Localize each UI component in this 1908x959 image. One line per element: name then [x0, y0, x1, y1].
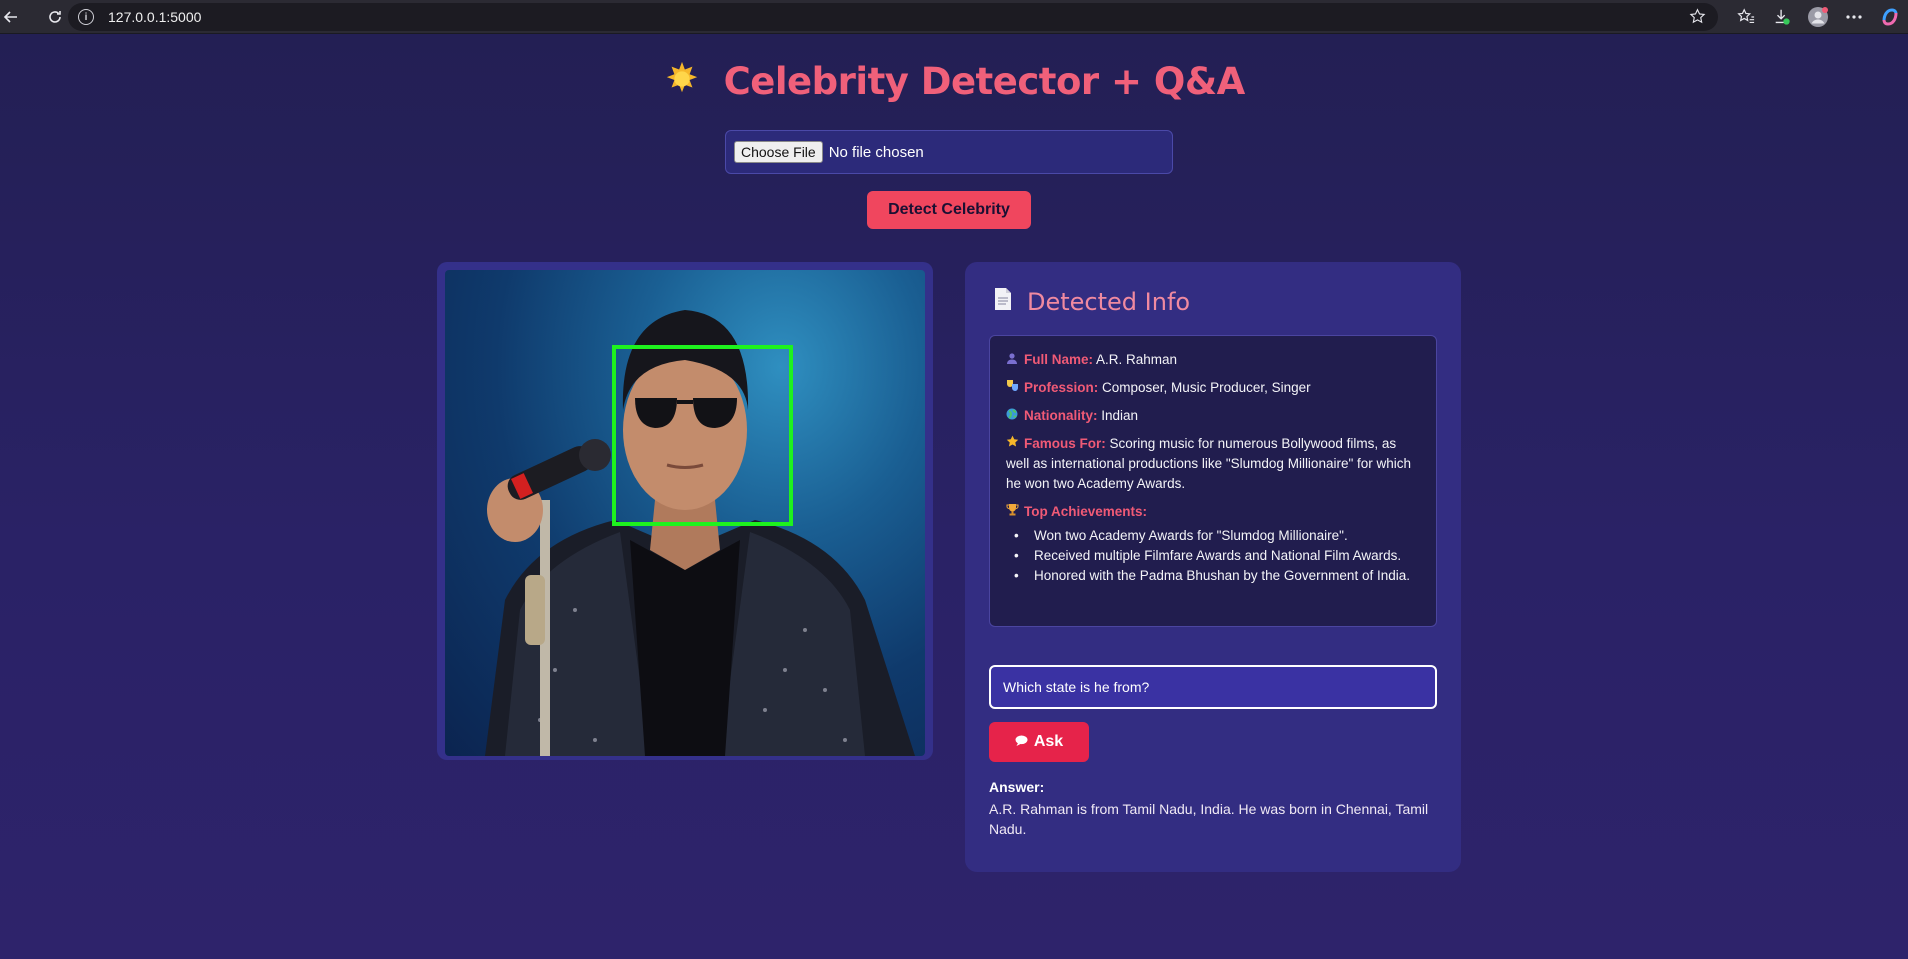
image-panel	[437, 262, 933, 760]
profession-row: Profession: Composer, Music Producer, Si…	[1006, 378, 1420, 398]
celebrity-photo	[445, 270, 925, 756]
detected-info-title: Detected Info	[1027, 288, 1191, 316]
favorites-icon[interactable]	[1728, 0, 1764, 34]
famous-for-label: Famous For:	[1024, 436, 1106, 451]
nationality-value: Indian	[1101, 408, 1139, 423]
answer-label: Answer:	[989, 779, 1045, 795]
nationality-label: Nationality:	[1024, 408, 1098, 423]
document-icon	[993, 287, 1013, 317]
sun-star-icon	[663, 60, 701, 107]
person-icon	[1006, 350, 1020, 370]
list-item: Won two Academy Awards for "Slumdog Mill…	[1014, 526, 1420, 546]
page-title: Celebrity Detector + Q&A	[0, 60, 1908, 107]
ask-button-label: Ask	[1033, 733, 1064, 750]
favorite-star-icon[interactable]	[1689, 8, 1706, 28]
more-menu-icon[interactable]	[1836, 0, 1872, 34]
detect-celebrity-button[interactable]: Detect Celebrity	[867, 191, 1031, 229]
info-details: Full Name: A.R. Rahman Profession: Compo…	[989, 335, 1437, 627]
page-title-text: Celebrity Detector + Q&A	[723, 60, 1246, 103]
face-detection-box	[612, 345, 793, 526]
speech-bubble-icon	[1015, 735, 1028, 749]
nationality-row: Nationality: Indian	[1006, 406, 1420, 426]
full-name-label: Full Name:	[1024, 352, 1094, 367]
masks-icon	[1006, 378, 1020, 398]
address-bar[interactable]: i 127.0.0.1:5000	[68, 3, 1718, 31]
star-icon	[1006, 434, 1020, 454]
profession-value: Composer, Music Producer, Singer	[1102, 380, 1311, 395]
profile-avatar-icon[interactable]	[1800, 0, 1836, 34]
question-input[interactable]	[989, 665, 1437, 709]
list-item: Received multiple Filmfare Awards and Na…	[1014, 546, 1420, 566]
url-text: 127.0.0.1:5000	[108, 9, 202, 25]
downloads-icon[interactable]	[1764, 0, 1800, 34]
famous-for-row: Famous For: Scoring music for numerous B…	[1006, 434, 1420, 494]
page: Celebrity Detector + Q&A Choose File No …	[0, 34, 1908, 959]
full-name-value: A.R. Rahman	[1096, 352, 1178, 367]
full-name-row: Full Name: A.R. Rahman	[1006, 350, 1420, 370]
answer-text: A.R. Rahman is from Tamil Nadu, India. H…	[989, 801, 1429, 837]
achievements-label: Top Achievements:	[1024, 504, 1148, 519]
profession-label: Profession:	[1024, 380, 1099, 395]
detected-info-panel: Detected Info Full Name: A.R. Rahman Pro…	[965, 262, 1461, 872]
file-status-text: No file chosen	[828, 143, 924, 161]
choose-file-button[interactable]: Choose File	[734, 141, 823, 163]
file-upload-field[interactable]: Choose File No file chosen	[725, 130, 1173, 174]
detected-info-heading: Detected Info	[993, 287, 1190, 317]
globe-icon	[1006, 406, 1020, 426]
copilot-icon[interactable]	[1872, 0, 1908, 34]
trophy-icon	[1006, 502, 1020, 522]
back-icon[interactable]	[0, 3, 26, 31]
browser-toolbar: i 127.0.0.1:5000	[0, 0, 1908, 34]
list-item: Honored with the Padma Bhushan by the Go…	[1014, 566, 1420, 586]
achievements-list: Won two Academy Awards for "Slumdog Mill…	[1006, 526, 1420, 586]
reload-icon[interactable]	[40, 3, 70, 31]
site-info-icon[interactable]: i	[78, 9, 94, 25]
achievements-row: Top Achievements:	[1006, 502, 1420, 522]
ask-button[interactable]: Ask	[989, 722, 1089, 762]
